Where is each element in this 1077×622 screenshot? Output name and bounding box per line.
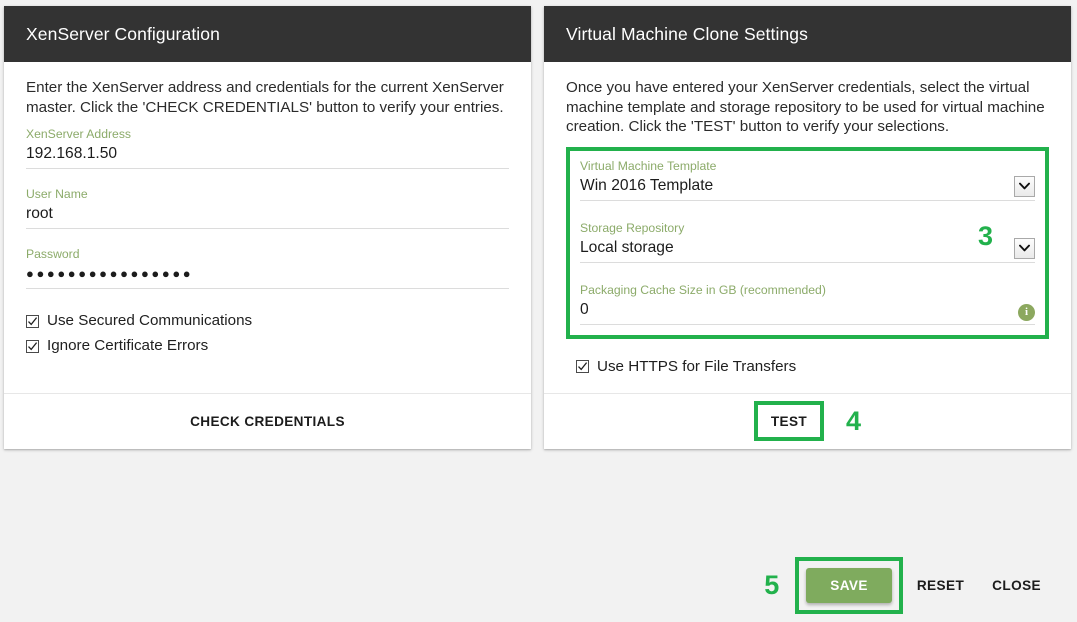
packaging-cache-size-label: Packaging Cache Size in GB (recommended)	[580, 283, 1035, 298]
save-button[interactable]: SAVE	[806, 568, 892, 603]
vm-clone-settings-intro: Once you have entered your XenServer cre…	[566, 78, 1049, 137]
xenserver-address-field[interactable]: XenServer Address 192.168.1.50	[26, 127, 509, 169]
panels-container: XenServer Configuration Enter the XenSer…	[0, 6, 1077, 449]
checkbox-checked-icon[interactable]	[26, 340, 39, 353]
test-button-highlight: TEST	[754, 401, 824, 441]
check-credentials-button[interactable]: CHECK CREDENTIALS	[176, 406, 359, 437]
checkbox-checked-icon[interactable]	[26, 315, 39, 328]
xenserver-address-input[interactable]: 192.168.1.50	[26, 143, 509, 169]
xenserver-address-label: XenServer Address	[26, 127, 509, 142]
xenserver-configuration-footer: CHECK CREDENTIALS	[4, 393, 531, 449]
xenserver-configuration-intro: Enter the XenServer address and credenti…	[26, 78, 509, 117]
test-button-wrap: TEST 4	[754, 401, 861, 441]
checkbox-checked-icon[interactable]	[576, 360, 589, 373]
info-icon[interactable]: i	[1018, 304, 1035, 321]
test-button[interactable]: TEST	[757, 406, 821, 437]
virtual-machine-template-select-value[interactable]: Win 2016 Template	[580, 175, 1035, 201]
packaging-cache-size-input[interactable]: 0	[580, 299, 1035, 325]
xenserver-configuration-body: Enter the XenServer address and credenti…	[4, 62, 531, 393]
storage-repository-select-value[interactable]: Local storage	[580, 237, 1035, 263]
right-checkbox-group: Use HTTPS for File Transfers	[566, 355, 1049, 379]
ignore-certificate-errors-label: Ignore Certificate Errors	[47, 334, 208, 358]
annotation-number-4: 4	[846, 408, 861, 435]
virtual-machine-template-label: Virtual Machine Template	[580, 159, 1035, 174]
use-https-for-file-transfers-row[interactable]: Use HTTPS for File Transfers	[576, 355, 1049, 379]
xenserver-configuration-title: XenServer Configuration	[4, 6, 531, 62]
packaging-cache-size-field[interactable]: Packaging Cache Size in GB (recommended)…	[580, 283, 1035, 325]
use-secured-communications-label: Use Secured Communications	[47, 309, 252, 333]
left-checkbox-group: Use Secured Communications Ignore Certif…	[26, 309, 509, 358]
vm-clone-settings-card: Virtual Machine Clone Settings Once you …	[544, 6, 1071, 449]
use-https-for-file-transfers-label: Use HTTPS for File Transfers	[597, 355, 796, 379]
storage-repository-field[interactable]: Storage Repository Local storage	[580, 221, 1035, 263]
password-input[interactable]: ●●●●●●●●●●●●●●●●	[26, 263, 509, 289]
xenserver-configuration-card: XenServer Configuration Enter the XenSer…	[4, 6, 531, 449]
password-field[interactable]: Password ●●●●●●●●●●●●●●●●	[26, 247, 509, 289]
action-bar: 5 SAVE RESET CLOSE	[0, 557, 1077, 614]
storage-repository-label: Storage Repository	[580, 221, 1035, 236]
user-name-input[interactable]: root	[26, 203, 509, 229]
user-name-label: User Name	[26, 187, 509, 202]
user-name-field[interactable]: User Name root	[26, 187, 509, 229]
close-button[interactable]: CLOSE	[978, 568, 1055, 603]
chevron-down-icon[interactable]	[1014, 176, 1035, 197]
ignore-certificate-errors-row[interactable]: Ignore Certificate Errors	[26, 334, 509, 358]
vm-clone-settings-footer: TEST 4	[544, 393, 1071, 449]
vm-clone-settings-body: Once you have entered your XenServer cre…	[544, 62, 1071, 393]
reset-button[interactable]: RESET	[903, 568, 978, 603]
virtual-machine-template-field[interactable]: Virtual Machine Template Win 2016 Templa…	[580, 159, 1035, 201]
save-button-highlight: SAVE	[795, 557, 903, 614]
vm-clone-settings-title: Virtual Machine Clone Settings	[544, 6, 1071, 62]
chevron-down-icon[interactable]	[1014, 238, 1035, 259]
password-label: Password	[26, 247, 509, 262]
vm-settings-highlight-group: 3 Virtual Machine Template Win 2016 Temp…	[566, 147, 1049, 339]
annotation-number-5: 5	[764, 572, 779, 599]
use-secured-communications-row[interactable]: Use Secured Communications	[26, 309, 509, 333]
